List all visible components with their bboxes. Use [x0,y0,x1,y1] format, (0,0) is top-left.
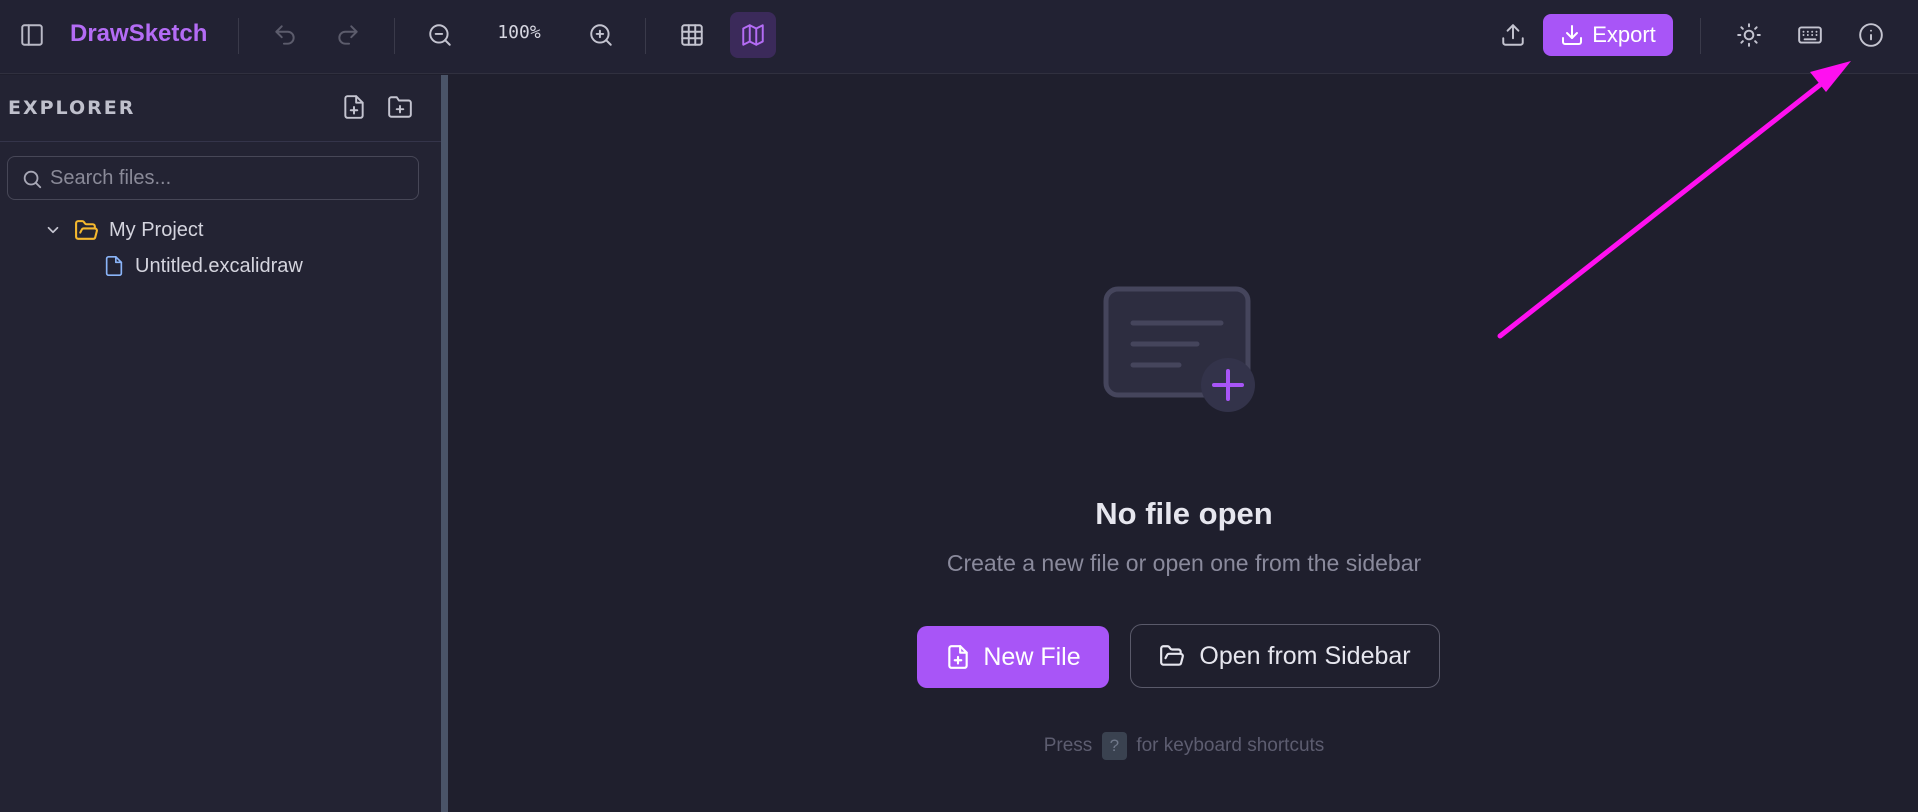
grid-toggle-button[interactable] [669,12,715,58]
keyboard-icon [1798,26,1822,44]
sun-icon [1737,23,1761,47]
file-plus-icon [948,645,969,669]
file-plus-icon [344,95,364,119]
toolbar-divider [394,18,395,54]
zoom-out-button[interactable] [417,12,463,58]
search-icon [23,170,42,189]
search-input[interactable] [50,163,410,193]
map-icon [742,24,764,46]
search-box [7,156,419,200]
toolbar-divider [238,18,239,54]
new-file-label: New File [983,642,1081,671]
keyboard-shortcuts-button[interactable] [1787,12,1833,58]
zoom-level[interactable]: 100% [490,22,548,43]
zoom-out-icon [429,24,451,46]
file-icon [105,256,123,276]
empty-document-icon [1103,286,1255,412]
info-button[interactable] [1848,12,1894,58]
tree-folder-my-project[interactable]: My Project [44,216,203,244]
export-button[interactable]: Export [1543,14,1673,56]
theme-toggle-button[interactable] [1726,12,1772,58]
sidebar-divider [0,141,441,142]
hint-prefix: Press [1043,735,1093,756]
undo-icon [275,25,295,45]
download-icon [1562,25,1583,45]
tree-file-untitled[interactable]: Untitled.excalidraw [103,252,303,280]
hint-key: ? [1101,732,1128,760]
redo-button[interactable] [325,12,371,58]
tree-file-label: Untitled.excalidraw [135,254,303,277]
sidebar-resize-handle[interactable] [441,75,448,812]
info-icon [1859,23,1883,47]
redo-icon [338,25,358,45]
explorer-title: EXPLORER [8,97,136,119]
tree-folder-label: My Project [109,218,204,241]
zoom-in-button[interactable] [578,12,624,58]
upload-button[interactable] [1490,12,1536,58]
upload-icon [1502,24,1524,46]
toolbar-divider [645,18,646,54]
open-from-sidebar-label: Open from Sidebar [1199,641,1411,670]
zoom-in-icon [590,24,612,46]
minimap-toggle-button[interactable] [730,12,776,58]
empty-state-title: No file open [1095,496,1273,531]
folder-plus-icon [388,96,412,118]
chevron-down-icon [47,226,59,234]
export-label: Export [1592,22,1656,47]
toolbar-divider [1700,18,1701,54]
new-folder-sidebar-button[interactable] [377,84,423,130]
app-title: DrawSketch [70,20,208,47]
folder-open-icon [1160,645,1185,666]
new-file-sidebar-button[interactable] [331,84,377,130]
new-file-button[interactable]: New File [917,626,1109,688]
sidebar-toggle-button[interactable] [9,12,55,58]
keyboard-hint: Press ? for keyboard shortcuts [450,732,1918,760]
hint-suffix: for keyboard shortcuts [1136,735,1325,756]
folder-open-icon [75,219,98,240]
empty-state-subtitle: Create a new file or open one from the s… [946,550,1422,576]
open-from-sidebar-button[interactable]: Open from Sidebar [1130,624,1440,688]
sidebar-toggle-icon [21,24,43,46]
top-toolbar: DrawSketch 100% Export [0,0,1918,74]
grid-icon [681,24,703,46]
undo-button[interactable] [262,12,308,58]
